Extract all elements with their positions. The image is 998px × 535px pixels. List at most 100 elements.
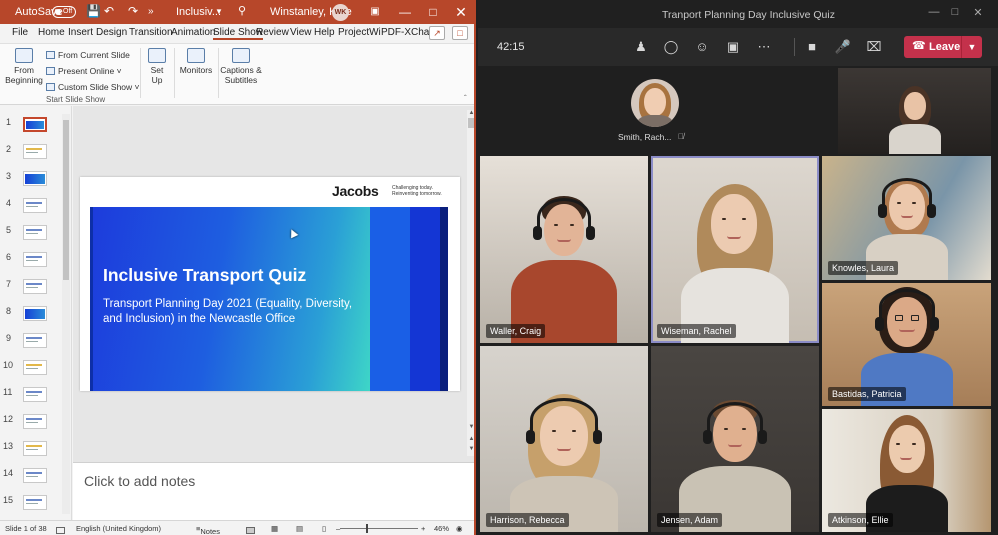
search-icon[interactable]: ⚲ — [238, 4, 246, 17]
minimize-icon[interactable]: — — [392, 2, 418, 22]
close-icon[interactable]: ✕ — [448, 2, 474, 22]
tab-view[interactable]: View — [290, 27, 312, 38]
slide-sorter-icon[interactable]: ▦ — [271, 524, 278, 533]
more-commands-icon[interactable]: » — [148, 6, 154, 17]
from-current-slide-button[interactable]: From Current Slide — [46, 50, 130, 60]
autosave-toggle[interactable]: Off — [52, 6, 76, 18]
slide-thumbnail[interactable] — [23, 495, 47, 510]
thumb-number: 13 — [3, 441, 14, 451]
from-beginning-button[interactable]: From Beginning — [5, 48, 43, 85]
rooms-icon[interactable]: ▣ — [722, 37, 744, 57]
thumbnail-scrollbar[interactable] — [62, 114, 70, 514]
reactions-icon[interactable]: ☺ — [691, 37, 713, 57]
slide-thumbnails: 1 2 3 4 5 6 7 8 9 10 11 12 13 14 15 — [0, 106, 72, 520]
language[interactable]: English (United Kingdom) — [76, 524, 161, 533]
slide-thumbnail[interactable] — [23, 171, 47, 186]
present-online-button[interactable]: Present Online ˅ — [46, 66, 122, 76]
participant-video-tile-active[interactable]: Wiseman, Rachel — [651, 156, 819, 343]
more-actions-icon[interactable]: ⋯ — [753, 37, 775, 57]
slide-thumbnail[interactable] — [23, 414, 47, 429]
share-screen-icon[interactable]: ⌧ — [863, 37, 885, 57]
avatar[interactable]: WK — [332, 4, 349, 21]
current-slide[interactable]: Jacobs Challenging today. Reinventing tom… — [80, 177, 460, 391]
custom-slide-show-button[interactable]: Custom Slide Show ˅ — [46, 82, 140, 92]
participant-avatar-tile[interactable]: Smith, Rach... 🎙̸ — [618, 77, 702, 147]
ribbon-display-icon[interactable]: ▣ — [362, 2, 388, 22]
save-icon[interactable]: 💾 — [86, 4, 101, 18]
chevron-down-icon[interactable]: ▼ — [961, 36, 982, 58]
leave-button[interactable]: ☎ Leave ▼ — [904, 36, 982, 58]
participants-icon[interactable]: ♟ — [630, 37, 652, 57]
tab-home[interactable]: Home — [38, 27, 65, 38]
zoom-in-icon[interactable]: + — [421, 524, 425, 533]
captions-label: Captions & Subtitles — [220, 65, 262, 85]
chat-icon[interactable]: ◯ — [660, 37, 682, 57]
slide-thumbnail[interactable] — [23, 306, 47, 321]
next-slide-icon[interactable]: ▼ — [468, 446, 474, 452]
maximize-icon[interactable]: □ — [945, 6, 965, 18]
thumb-number: 6 — [6, 252, 12, 262]
thumb-number: 4 — [6, 198, 12, 208]
participant-video-tile[interactable]: Jensen, Adam — [651, 346, 819, 532]
slide-thumbnail[interactable] — [23, 117, 47, 132]
notes-pane[interactable]: Click to add notes — [73, 462, 474, 520]
setup-icon — [148, 48, 166, 63]
microphone-icon[interactable]: 🎤 — [832, 37, 854, 57]
notes-placeholder[interactable]: Click to add notes — [84, 473, 195, 489]
captions-subtitles-button[interactable]: Captions & Subtitles — [220, 48, 262, 85]
share-icon[interactable]: ↗ — [429, 26, 445, 40]
tab-help[interactable]: Help — [314, 27, 335, 38]
comments-icon[interactable]: □ — [452, 26, 468, 40]
participant-video-tile[interactable]: Waller, Craig — [480, 156, 648, 343]
slide-thumbnail[interactable] — [23, 441, 47, 456]
slideshow-view-icon[interactable]: ▯ — [322, 524, 326, 533]
tab-pdf-xchange[interactable]: PDF-XCha — [381, 27, 429, 38]
zoom-slider[interactable] — [340, 528, 418, 529]
thumb-number: 3 — [6, 171, 12, 181]
maximize-icon[interactable]: □ — [420, 2, 446, 22]
tab-design[interactable]: Design — [96, 27, 127, 38]
slide-thumbnail[interactable] — [23, 333, 47, 348]
zoom-level[interactable]: 46% — [434, 524, 449, 533]
slide-thumbnail[interactable] — [23, 144, 47, 159]
tab-review[interactable]: Review — [256, 27, 289, 38]
tab-projectwise[interactable]: ProjectWi — [338, 27, 381, 38]
slide-thumbnail[interactable] — [23, 225, 47, 240]
fit-to-window-icon[interactable]: ◉ — [456, 524, 463, 533]
slide-thumbnail[interactable] — [23, 387, 47, 402]
monitors-button[interactable]: Monitors — [178, 48, 214, 75]
slide-thumbnail[interactable] — [23, 198, 47, 213]
tab-transitions[interactable]: Transition — [129, 27, 173, 38]
close-icon[interactable]: ✕ — [968, 6, 988, 19]
participant-video-tile[interactable]: Knowles, Laura — [822, 156, 991, 280]
chevron-down-icon[interactable]: ▼ — [215, 7, 223, 16]
camera-icon[interactable]: ■ — [801, 37, 823, 57]
participant-video-tile[interactable]: Atkinson, Ellie — [822, 409, 991, 532]
tab-animations[interactable]: Animation — [171, 27, 215, 38]
participant-video-tile[interactable]: Harrison, Rebecca — [480, 346, 648, 532]
slide-thumbnail[interactable] — [23, 468, 47, 483]
previous-slide-icon[interactable]: ▲ — [468, 436, 474, 442]
minimize-icon[interactable]: — — [924, 6, 944, 18]
participant-video-tile[interactable]: Bastidas, Patricia — [822, 283, 991, 406]
scroll-down-icon[interactable]: ▼ — [468, 424, 474, 430]
slide-thumbnail[interactable] — [23, 279, 47, 294]
participant-video-tile[interactable] — [838, 68, 991, 154]
slide-thumbnail[interactable] — [23, 252, 47, 267]
status-bar: Slide 1 of 38 English (United Kingdom) ≡… — [0, 520, 474, 535]
participant-name: Wiseman, Rachel — [657, 324, 736, 338]
tab-file[interactable]: File — [12, 27, 28, 38]
zoom-slider-thumb[interactable] — [366, 524, 368, 533]
collapse-ribbon-icon[interactable]: ˆ — [464, 94, 467, 103]
slide-thumbnail[interactable] — [23, 360, 47, 375]
notes-button[interactable]: ≡ Notes — [196, 524, 220, 535]
reading-view-icon[interactable]: ▤ — [296, 524, 303, 533]
set-up-button[interactable]: Set Up — [146, 48, 168, 85]
leave-label: Leave — [929, 41, 961, 53]
group-label: Start Slide Show — [46, 95, 106, 104]
editor-scrollbar[interactable]: ▲ ▼ ▲ ▼ — [467, 110, 474, 456]
tab-insert[interactable]: Insert — [68, 27, 93, 38]
redo-icon[interactable]: ↷ — [128, 4, 138, 18]
scroll-up-icon[interactable]: ▲ — [468, 110, 474, 116]
undo-icon[interactable]: ↶ — [104, 4, 114, 18]
